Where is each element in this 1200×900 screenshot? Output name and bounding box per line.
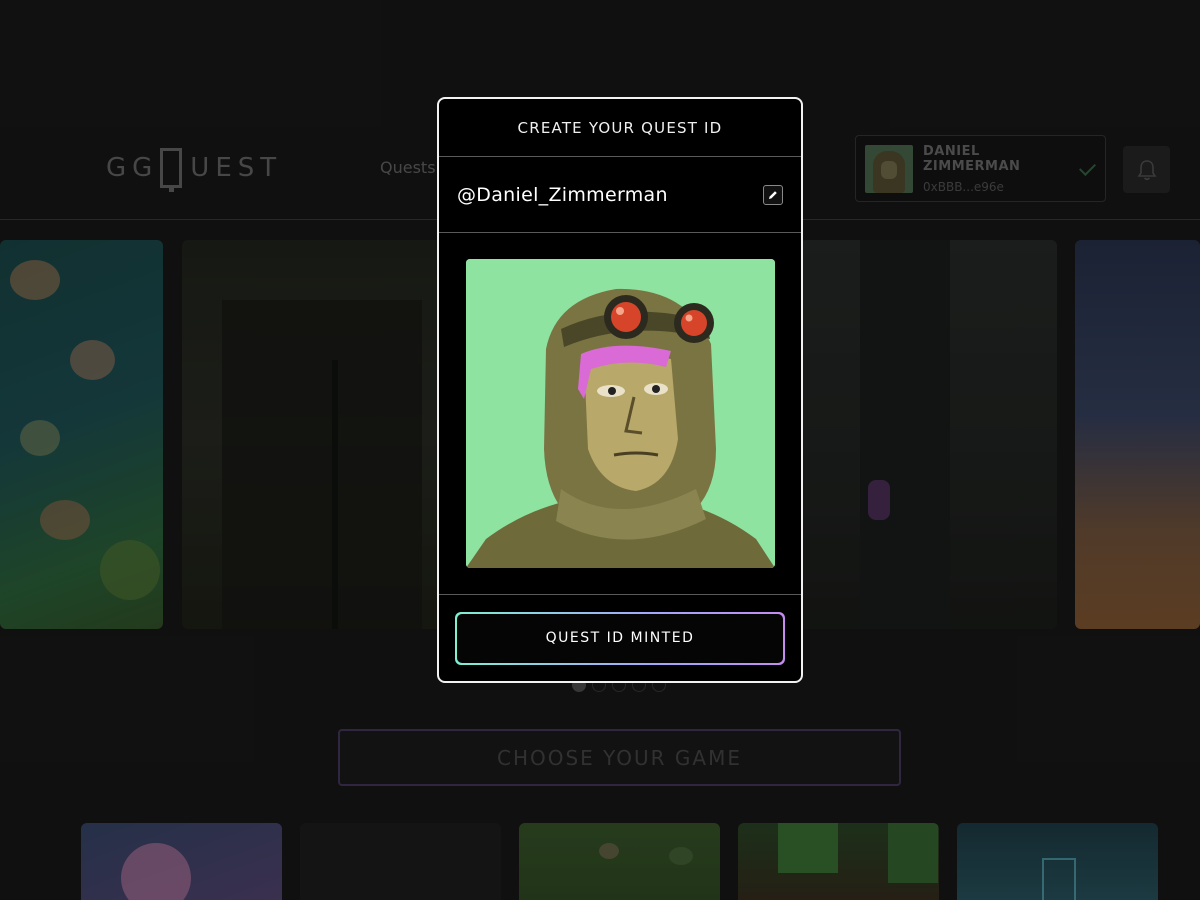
modal-title: CREATE YOUR QUEST ID xyxy=(439,99,801,157)
quest-handle: @Daniel_Zimmerman xyxy=(457,183,668,206)
button-section: QUEST ID MINTED xyxy=(439,595,801,681)
quest-id-minted-label: QUEST ID MINTED xyxy=(457,613,783,663)
avatar-section xyxy=(439,233,801,595)
avatar-portrait-image xyxy=(465,259,775,568)
edit-handle-button[interactable] xyxy=(763,184,783,205)
quest-id-minted-button[interactable]: QUEST ID MINTED xyxy=(455,611,785,665)
handle-row: @Daniel_Zimmerman xyxy=(439,157,801,233)
create-quest-id-modal: CREATE YOUR QUEST ID @Daniel_Zimmerman Q… xyxy=(437,97,803,683)
edit-pencil-icon xyxy=(769,190,777,199)
quest-id-avatar xyxy=(465,259,775,568)
